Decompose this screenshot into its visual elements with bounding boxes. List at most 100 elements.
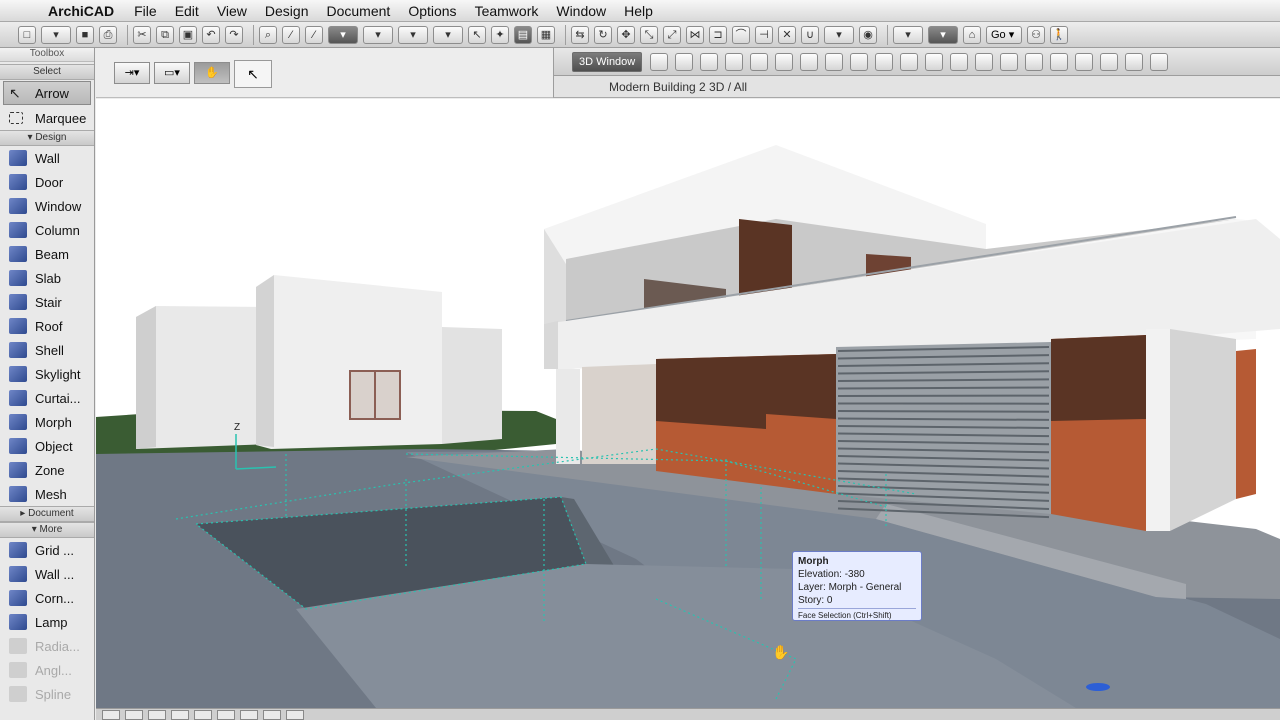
home-icon[interactable] [800, 52, 819, 71]
explore-icon[interactable]: 🚶 [1050, 25, 1068, 44]
snap-icon[interactable]: ▾ [363, 25, 393, 44]
orbit-icon[interactable] [750, 52, 769, 71]
selection-method-icon[interactable]: ⇥▾ [114, 62, 150, 84]
tool-skylight[interactable]: Skylight [0, 362, 94, 386]
menu-app-name[interactable]: ArchiCAD [48, 3, 114, 19]
render-icon[interactable] [925, 52, 944, 71]
previous-view-icon[interactable] [240, 709, 258, 720]
walk-icon[interactable]: ⚇ [1027, 25, 1045, 44]
3d-view-icon[interactable]: ▾ [928, 25, 958, 44]
find-icon[interactable]: ⌕ [259, 25, 277, 44]
offset-icon[interactable]: ⊐ [709, 25, 727, 44]
layers-icon[interactable] [900, 52, 919, 71]
sun-icon[interactable] [700, 52, 719, 71]
tool-lamp[interactable]: Lamp [0, 610, 94, 634]
fit-window-icon[interactable] [171, 709, 189, 720]
syringe-icon[interactable]: ⁄ [305, 25, 323, 44]
more-section-header[interactable]: ▾ More [0, 522, 94, 538]
print-icon[interactable]: ⎙ [99, 25, 117, 44]
tool-grid-element[interactable]: Grid ... [0, 538, 94, 562]
plan-icon[interactable]: ⌂ [963, 25, 981, 44]
mirror-icon[interactable]: ⇆ [571, 25, 589, 44]
tool-stair[interactable]: Stair [0, 290, 94, 314]
tool-column[interactable]: Column [0, 218, 94, 242]
grid-icon[interactable]: ▾ [433, 25, 463, 44]
rectangle-method-icon[interactable]: ▭▾ [154, 62, 190, 84]
tool-shell[interactable]: Shell [0, 338, 94, 362]
tool-mesh[interactable]: Mesh [0, 482, 94, 506]
undo-icon[interactable]: ↶ [202, 25, 220, 44]
resize-icon[interactable]: ⤢ [663, 25, 681, 44]
menu-help[interactable]: Help [624, 3, 653, 19]
rotate-icon[interactable]: ↻ [594, 25, 612, 44]
tool-zone[interactable]: Zone [0, 458, 94, 482]
stretch-icon[interactable]: ⤡ [640, 25, 658, 44]
design-section-header[interactable]: ▾ Design [0, 130, 94, 146]
tool-corner-window[interactable]: Corn... [0, 586, 94, 610]
copy-icon[interactable]: ⧉ [156, 25, 174, 44]
tool-curtain-wall[interactable]: Curtai... [0, 386, 94, 410]
drag-icon[interactable]: ✥ [617, 25, 635, 44]
brush-icon[interactable] [1050, 52, 1069, 71]
filter-icon[interactable] [875, 52, 894, 71]
rotate-view-icon[interactable] [286, 709, 304, 720]
adjust-icon[interactable]: ⊣ [755, 25, 773, 44]
go-dropdown[interactable]: Go ▾ [986, 25, 1022, 44]
tool-window[interactable]: Window [0, 194, 94, 218]
quick-selection-icon[interactable]: ✋ [194, 62, 230, 84]
menu-options[interactable]: Options [408, 3, 456, 19]
paste-icon[interactable]: ▣ [179, 25, 197, 44]
view-navigator-icon[interactable]: ▾ [893, 25, 923, 44]
menu-file[interactable]: File [134, 3, 157, 19]
tool-wall[interactable]: Wall [0, 146, 94, 170]
pointer-icon[interactable]: ↖ [468, 25, 486, 44]
tool-roof[interactable]: Roof [0, 314, 94, 338]
snapshot-icon[interactable] [1075, 52, 1094, 71]
intersect-icon[interactable]: ✕ [778, 25, 796, 44]
tool-morph[interactable]: Morph [0, 410, 94, 434]
camera-icon[interactable] [675, 52, 694, 71]
style-icon[interactable] [1000, 52, 1019, 71]
split-icon[interactable]: ⋈ [686, 25, 704, 44]
3d-scene[interactable]: Z [96, 99, 1280, 708]
zoom-in-icon[interactable] [125, 709, 143, 720]
trace-icon[interactable]: ▾ [328, 25, 358, 44]
settings-icon[interactable] [1125, 52, 1144, 71]
save-icon[interactable]: ■ [76, 25, 94, 44]
menu-teamwork[interactable]: Teamwork [475, 3, 539, 19]
light-icon[interactable] [975, 52, 994, 71]
operations-icon[interactable]: ▾ [824, 25, 854, 44]
new-icon[interactable]: □ [18, 25, 36, 44]
next-view-icon[interactable] [263, 709, 281, 720]
tool-beam[interactable]: Beam [0, 242, 94, 266]
menu-window[interactable]: Window [556, 3, 606, 19]
cut-icon[interactable]: ✂ [133, 25, 151, 44]
zoom-icon[interactable] [825, 52, 844, 71]
export-icon[interactable] [1100, 52, 1119, 71]
zoom-out-icon[interactable] [148, 709, 166, 720]
pan-icon[interactable] [775, 52, 794, 71]
select-section-header[interactable]: Select [0, 64, 94, 80]
magic-wand-icon[interactable]: ✦ [491, 25, 509, 44]
walk-icon[interactable] [725, 52, 744, 71]
redo-icon[interactable]: ↷ [225, 25, 243, 44]
document-section-header[interactable]: ▸ Document [0, 506, 94, 522]
fit-icon[interactable] [850, 52, 869, 71]
3d-window-button[interactable]: 3D Window [572, 51, 643, 72]
tool-slab[interactable]: Slab [0, 266, 94, 290]
menu-edit[interactable]: Edit [175, 3, 199, 19]
orbit-icon[interactable] [217, 709, 235, 720]
section-icon[interactable] [950, 52, 969, 71]
3d-viewport[interactable]: Z [96, 99, 1280, 708]
table-icon[interactable]: ▦ [537, 25, 555, 44]
tool-marquee[interactable]: Marquee [0, 106, 94, 130]
cube-icon[interactable] [650, 52, 669, 71]
open-icon[interactable]: ▾ [41, 25, 71, 44]
tool-object[interactable]: Object [0, 434, 94, 458]
more-icon[interactable] [1150, 52, 1169, 71]
suspend-groups-icon[interactable]: ▤ [514, 25, 532, 44]
cutaway-icon[interactable] [1025, 52, 1044, 71]
tool-door[interactable]: Door [0, 170, 94, 194]
merge-icon[interactable]: ∪ [801, 25, 819, 44]
menu-view[interactable]: View [217, 3, 247, 19]
